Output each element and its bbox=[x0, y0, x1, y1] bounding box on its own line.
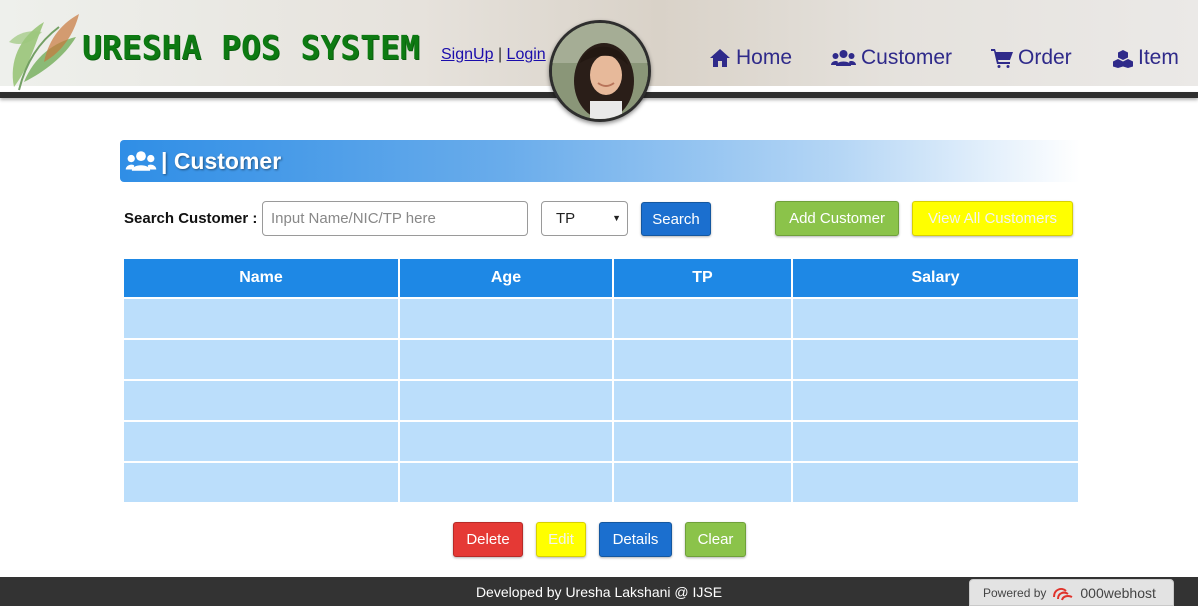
cell-age bbox=[398, 461, 614, 504]
users-icon bbox=[831, 50, 856, 66]
cell-tp bbox=[612, 420, 793, 463]
nav-customer[interactable]: Customer bbox=[831, 46, 952, 70]
table-row[interactable] bbox=[122, 338, 1080, 381]
cubes-icon bbox=[1113, 49, 1133, 68]
auth-separator: | bbox=[497, 46, 503, 63]
table-row[interactable] bbox=[122, 379, 1080, 422]
cell-tp bbox=[612, 297, 793, 340]
cart-icon bbox=[991, 49, 1013, 68]
cell-salary bbox=[791, 297, 1080, 340]
search-button[interactable]: Search bbox=[641, 202, 711, 236]
cell-age bbox=[398, 420, 614, 463]
cell-salary bbox=[791, 338, 1080, 381]
leaf-logo-icon bbox=[9, 14, 79, 91]
search-input[interactable] bbox=[262, 201, 528, 236]
column-header-salary[interactable]: Salary bbox=[791, 257, 1080, 299]
cell-tp bbox=[612, 379, 793, 422]
cell-age bbox=[398, 297, 614, 340]
login-link[interactable]: Login bbox=[507, 46, 546, 63]
search-type-value: TP bbox=[556, 210, 576, 227]
cell-age bbox=[398, 379, 614, 422]
cell-tp bbox=[612, 338, 793, 381]
nav-order[interactable]: Order bbox=[991, 46, 1072, 70]
page-title: | Customer bbox=[161, 147, 282, 174]
cell-age bbox=[398, 338, 614, 381]
search-label: Search Customer : bbox=[124, 210, 258, 227]
cell-name bbox=[122, 420, 400, 463]
avatar bbox=[549, 20, 651, 122]
table-row[interactable] bbox=[122, 420, 1080, 463]
table-row[interactable] bbox=[122, 297, 1080, 340]
signup-link[interactable]: SignUp bbox=[441, 46, 493, 63]
webhost-name: 000webhost bbox=[1080, 584, 1156, 601]
nav-item[interactable]: Item bbox=[1113, 46, 1179, 70]
details-button[interactable]: Details bbox=[599, 522, 672, 557]
nav-home[interactable]: Home bbox=[709, 46, 792, 70]
column-header-tp[interactable]: TP bbox=[612, 257, 793, 299]
nav-item-label: Item bbox=[1138, 46, 1179, 69]
powered-by-badge[interactable]: Powered by 000webhost bbox=[969, 579, 1174, 606]
chevron-down-icon: ▼ bbox=[612, 213, 621, 223]
nav-order-label: Order bbox=[1018, 46, 1072, 69]
users-icon bbox=[125, 151, 157, 171]
cell-name bbox=[122, 338, 400, 381]
home-icon bbox=[710, 49, 730, 67]
table-row[interactable] bbox=[122, 461, 1080, 504]
footer-credit: Developed by Uresha Lakshani @ IJSE bbox=[475, 583, 723, 600]
webhost-logo-icon bbox=[1053, 587, 1073, 600]
view-all-customers-button[interactable]: View All Customers bbox=[912, 201, 1073, 236]
nav-customer-label: Customer bbox=[861, 46, 953, 69]
clear-button[interactable]: Clear bbox=[685, 522, 746, 557]
cell-salary bbox=[791, 420, 1080, 463]
cell-salary bbox=[791, 461, 1080, 504]
powered-by-label: Powered by bbox=[983, 585, 1047, 600]
nav-home-label: Home bbox=[736, 46, 793, 69]
profile-photo-icon bbox=[552, 23, 648, 119]
search-type-select[interactable]: TP ▼ bbox=[541, 201, 628, 236]
edit-button[interactable]: Edit bbox=[536, 522, 586, 557]
add-customer-button[interactable]: Add Customer bbox=[775, 201, 899, 236]
cell-tp bbox=[612, 461, 793, 504]
table-header-row: Name Age TP Salary bbox=[122, 257, 1080, 299]
delete-button[interactable]: Delete bbox=[453, 522, 523, 557]
cell-name bbox=[122, 297, 400, 340]
column-header-age[interactable]: Age bbox=[398, 257, 614, 299]
auth-links: SignUp | Login bbox=[441, 46, 546, 64]
column-header-name[interactable]: Name bbox=[122, 257, 400, 299]
cell-name bbox=[122, 461, 400, 504]
cell-salary bbox=[791, 379, 1080, 422]
brand-title: URESHA POS SYSTEM bbox=[82, 28, 420, 67]
customer-table: Name Age TP Salary bbox=[122, 257, 1080, 504]
section-title-bar: | Customer bbox=[120, 140, 1080, 182]
cell-name bbox=[122, 379, 400, 422]
